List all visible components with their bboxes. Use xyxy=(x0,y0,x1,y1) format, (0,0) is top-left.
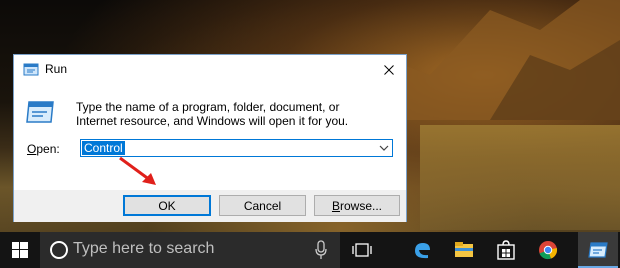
cancel-button[interactable]: Cancel xyxy=(219,195,306,216)
run-icon xyxy=(588,242,608,258)
prompt-line-1: Type the name of a program, folder, docu… xyxy=(76,100,340,114)
cancel-button-label: Cancel xyxy=(243,198,282,213)
edge-taskbar-button[interactable] xyxy=(402,232,442,268)
ok-button[interactable]: OK xyxy=(123,195,211,216)
chevron-down-icon[interactable] xyxy=(378,143,390,153)
taskbar: Type here to search xyxy=(0,232,620,268)
dialog-body: Type the name of a program, folder, docu… xyxy=(14,84,406,190)
close-button[interactable] xyxy=(372,55,406,84)
dialog-title: Run xyxy=(45,62,68,76)
red-arrow-annotation xyxy=(119,156,156,185)
run-dialog: Run Type the name of a program, folder, … xyxy=(13,54,407,222)
open-combobox[interactable]: Control xyxy=(80,139,393,157)
edge-icon xyxy=(415,243,430,259)
store-icon xyxy=(497,240,515,260)
run-program-icon xyxy=(26,101,54,123)
file-explorer-taskbar-button[interactable] xyxy=(444,232,484,268)
search-placeholder: Type here to search xyxy=(73,240,215,257)
dialog-prompt: Type the name of a program, folder, docu… xyxy=(76,100,348,128)
browse-button[interactable]: Browse... xyxy=(314,195,400,216)
open-label-text: pen: xyxy=(36,142,60,156)
run-icon xyxy=(23,63,39,76)
titlebar: Run xyxy=(14,55,406,84)
taskbar-search-box[interactable]: Type here to search xyxy=(40,232,340,268)
chrome-taskbar-button[interactable] xyxy=(528,232,568,268)
open-input-value[interactable]: Control xyxy=(82,141,125,155)
ok-button-label: OK xyxy=(158,198,176,213)
start-button[interactable] xyxy=(0,232,40,268)
prompt-line-2: Internet resource, and Windows will open… xyxy=(76,114,349,128)
task-view-icon xyxy=(352,243,372,257)
file-explorer-icon xyxy=(455,242,473,257)
browse-mnemonic: B xyxy=(331,198,340,213)
run-taskbar-button[interactable] xyxy=(578,232,618,268)
open-label: Open: xyxy=(27,142,60,156)
close-icon xyxy=(384,64,394,75)
windows-logo-icon xyxy=(12,242,28,258)
store-taskbar-button[interactable] xyxy=(486,232,526,268)
chrome-icon xyxy=(539,241,558,260)
task-view-button[interactable] xyxy=(342,232,382,268)
lake-reflection xyxy=(420,125,620,230)
microphone-icon[interactable] xyxy=(314,240,328,260)
dialog-footer: OK Cancel Browse... xyxy=(14,190,406,222)
cortana-icon xyxy=(50,241,68,259)
browse-button-label: rowse... xyxy=(340,198,383,213)
open-label-mnemonic: O xyxy=(27,142,37,156)
